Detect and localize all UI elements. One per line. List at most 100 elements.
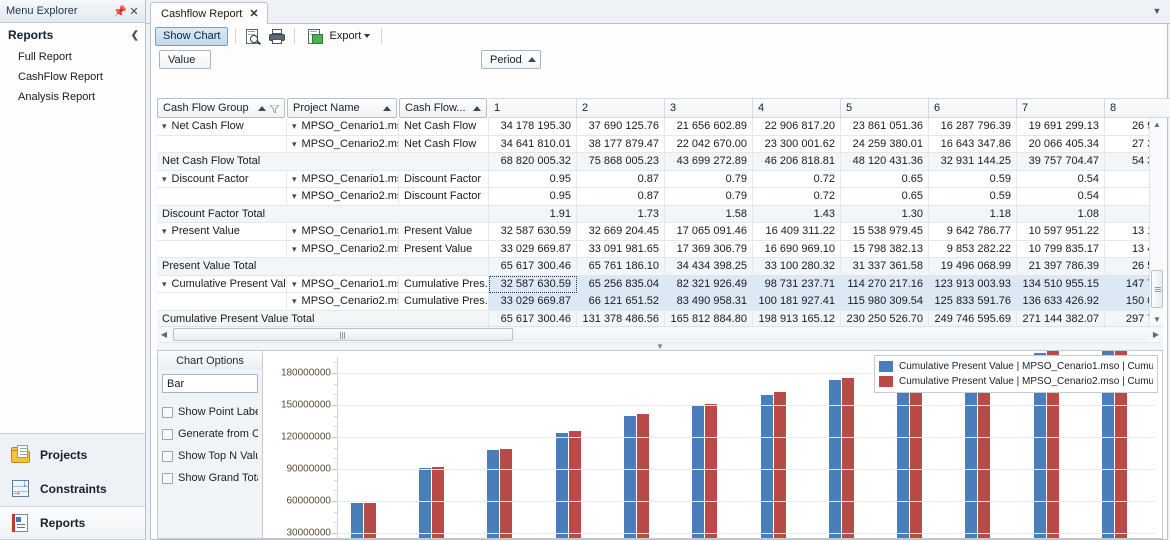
cell-value[interactable]: 32 931 144.25 (929, 153, 1017, 171)
column-header-period-1[interactable]: 1 (489, 98, 577, 118)
chevron-down-icon[interactable]: ▼ (1150, 4, 1164, 18)
chart-bar[interactable] (432, 467, 445, 538)
chevron-left-icon[interactable]: ❮ (131, 30, 139, 41)
cell-value[interactable]: 37 690 125.76 (577, 118, 665, 136)
table-row[interactable]: ▾ MPSO_Cenario2.mso Cumulative Pres... 33 0… (157, 293, 1163, 311)
cell-value[interactable]: 1.58 (665, 205, 753, 223)
table-row[interactable]: Present Value Total 65 617 300.46 65 761 1… (157, 258, 1163, 276)
chart-bar[interactable] (692, 405, 705, 538)
cell-value[interactable]: 66 121 651.52 (577, 293, 665, 311)
checkbox-generate-from-column[interactable]: Generate from Colum (162, 423, 258, 445)
cell-value[interactable]: 32 669 204.45 (577, 223, 665, 241)
cell-value[interactable]: 115 980 309.54 (841, 293, 929, 311)
cell-value[interactable]: 10 597 951.22 (1017, 223, 1105, 241)
export-button[interactable]: Export (302, 27, 374, 46)
horizontal-scroll-track[interactable] (171, 327, 1149, 341)
cell-value[interactable]: 17 369 306.79 (665, 240, 753, 258)
cell-cash-flow-group[interactable] (157, 240, 287, 258)
cell-value[interactable]: 0.87 (577, 188, 665, 206)
column-header-project-name[interactable]: Project Name (287, 98, 397, 118)
chart-bar[interactable] (760, 394, 773, 538)
cell-project-name[interactable]: ▾ MPSO_Cenario2.mso (287, 188, 399, 206)
cell-value[interactable]: 9 853 282.22 (929, 240, 1017, 258)
cell-value[interactable]: 98 731 237.71 (753, 275, 841, 293)
checkbox-show-point-labels[interactable]: Show Point Labels (162, 401, 258, 423)
cell-cash-flow-group[interactable] (157, 293, 287, 311)
chart-type-select[interactable]: Bar (162, 374, 258, 393)
cell-value[interactable]: 34 434 398.25 (665, 258, 753, 276)
table-row[interactable]: ▾ Discount Factor ▾ MPSO_Cenario1.mso Discou… (157, 170, 1163, 188)
cell-project-name[interactable]: ▾ MPSO_Cenario1.mso (287, 170, 399, 188)
cell-cash-flow-group[interactable]: ▾ Discount Factor (157, 170, 287, 188)
checkbox-show-grand-totals[interactable]: Show Grand Totals (162, 467, 258, 489)
table-row[interactable]: ▾ MPSO_Cenario2.mso Present Value 33 029 66… (157, 240, 1163, 258)
cell-cash-flow-type[interactable]: Cumulative Pres... (399, 293, 489, 311)
chart-bar[interactable] (500, 448, 513, 538)
cell-project-name[interactable]: ▾ MPSO_Cenario2.mso (287, 293, 399, 311)
cell-value[interactable]: 17 065 091.46 (665, 223, 753, 241)
cell-value[interactable]: 32 587 630.59 (489, 223, 577, 241)
pin-icon[interactable]: 📌 (113, 5, 127, 18)
cell-value[interactable]: 31 337 361.58 (841, 258, 929, 276)
scroll-right-icon[interactable]: ▶ (1149, 330, 1163, 339)
nav-button-constraints[interactable]: ↓ → Constraints (0, 472, 145, 506)
column-header-period-3[interactable]: 3 (665, 98, 753, 118)
cell-value[interactable]: 68 820 005.32 (489, 153, 577, 171)
sidebar-item-cashflow-report[interactable]: CashFlow Report (0, 67, 145, 87)
chevron-down-icon[interactable]: ▾ (292, 223, 297, 240)
cell-value[interactable]: 83 490 958.31 (665, 293, 753, 311)
cell-value[interactable]: 65 617 300.46 (489, 258, 577, 276)
cell-value[interactable]: 0.79 (665, 170, 753, 188)
cell-value[interactable]: 21 397 786.39 (1017, 258, 1105, 276)
cell-value[interactable]: 19 691 299.13 (1017, 118, 1105, 136)
cell-cash-flow-group[interactable] (157, 135, 287, 153)
cell-value[interactable]: 0.87 (577, 170, 665, 188)
scroll-down-icon[interactable]: ▼ (1150, 313, 1164, 326)
cell-value[interactable]: 134 510 955.15 (1017, 275, 1105, 293)
column-header-period-2[interactable]: 2 (577, 98, 665, 118)
cell-value[interactable]: 0.65 (841, 170, 929, 188)
vertical-scroll-thumb[interactable] (1151, 270, 1163, 308)
cell-value[interactable]: 0.79 (665, 188, 753, 206)
grid-vertical-scrollbar[interactable]: ▲ ▼ (1149, 118, 1163, 326)
grid-horizontal-scrollbar[interactable]: ◀ ▶ (157, 326, 1163, 341)
cell-cash-flow-type[interactable]: Discount Factor (399, 188, 489, 206)
cell-value[interactable]: 1.08 (1017, 205, 1105, 223)
cell-value[interactable]: 38 177 879.47 (577, 135, 665, 153)
checkbox-box[interactable] (162, 428, 173, 440)
column-header-period-4[interactable]: 4 (753, 98, 841, 118)
cell-project-name[interactable]: ▾ MPSO_Cenario1.mso (287, 275, 399, 293)
cell-value[interactable]: 20 066 405.34 (1017, 135, 1105, 153)
table-row[interactable]: ▾ Cumulative Present Value ▾ MPSO_Cenario1.… (157, 275, 1163, 293)
cell-value[interactable]: 22 042 670.00 (665, 135, 753, 153)
column-header-cash-flow-group[interactable]: Cash Flow Group (157, 98, 285, 118)
cell-value[interactable]: 0.59 (929, 188, 1017, 206)
cell-value[interactable]: 136 633 426.92 (1017, 293, 1105, 311)
cell-value[interactable]: 34 178 195.30 (489, 118, 577, 136)
column-header-period-5[interactable]: 5 (841, 98, 929, 118)
caret-down-icon[interactable] (364, 34, 371, 38)
show-chart-button[interactable]: Show Chart (155, 26, 229, 46)
cell-value[interactable]: 75 868 005.23 (577, 153, 665, 171)
close-icon[interactable]: ✕ (127, 5, 141, 18)
nav-button-projects[interactable]: Projects (0, 438, 145, 472)
cell-value[interactable]: 1.43 (753, 205, 841, 223)
cell-value[interactable]: 48 120 431.36 (841, 153, 929, 171)
table-row[interactable]: ▾ MPSO_Cenario2.mso Net Cash Flow 34 641 81… (157, 135, 1163, 153)
chart-bar[interactable] (487, 450, 500, 538)
scroll-left-icon[interactable]: ◀ (157, 330, 171, 339)
table-row[interactable]: Discount Factor Total 1.91 1.73 1.58 1.43 1.3… (157, 205, 1163, 223)
cell-value[interactable]: 114 270 217.16 (841, 275, 929, 293)
cell-cash-flow-type[interactable]: Present Value (399, 223, 489, 241)
cell-value[interactable]: 32 587 630.59 (489, 275, 577, 293)
close-icon[interactable]: ✕ (249, 7, 258, 20)
cell-value[interactable]: 33 029 669.87 (489, 293, 577, 311)
cell-value[interactable]: 23 861 051.36 (841, 118, 929, 136)
chevron-down-icon[interactable]: ▾ (292, 188, 297, 205)
chart-bar[interactable] (636, 414, 649, 538)
chart-bar[interactable] (623, 416, 636, 538)
horizontal-splitter[interactable]: ▼ (157, 342, 1163, 351)
chart-bar[interactable] (909, 368, 922, 538)
chevron-down-icon[interactable]: ▾ (292, 293, 297, 310)
cell-value[interactable]: 10 799 835.17 (1017, 240, 1105, 258)
